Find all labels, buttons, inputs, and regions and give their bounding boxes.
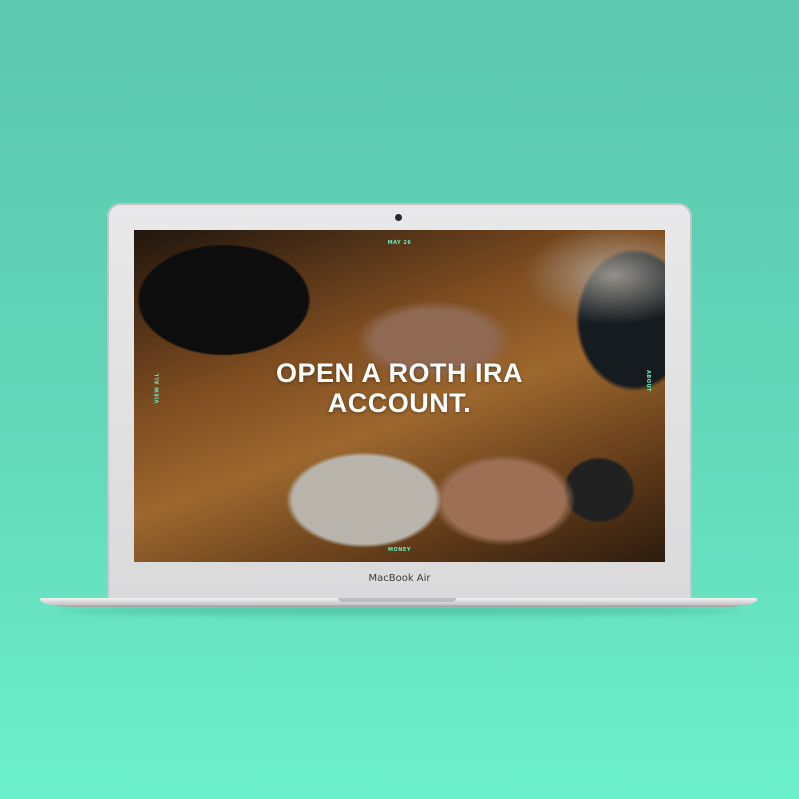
device-brand-label: MacBook Air [368, 573, 431, 584]
camera-icon [395, 214, 402, 221]
category-link[interactable]: MONEY [134, 547, 665, 553]
post-date: MAY 26 [387, 240, 412, 246]
headline-line-1: OPEN A ROTH IRA [275, 358, 523, 388]
laptop-shadow [60, 607, 740, 615]
headline-line-2: ACCOUNT. [327, 388, 472, 418]
laptop-screen: MAY 26 VIEW ALL ABOUT OPEN A ROTH IRA AC… [134, 230, 665, 562]
lid-notch [338, 598, 456, 602]
headline[interactable]: OPEN A ROTH IRA ACCOUNT. [134, 358, 665, 418]
